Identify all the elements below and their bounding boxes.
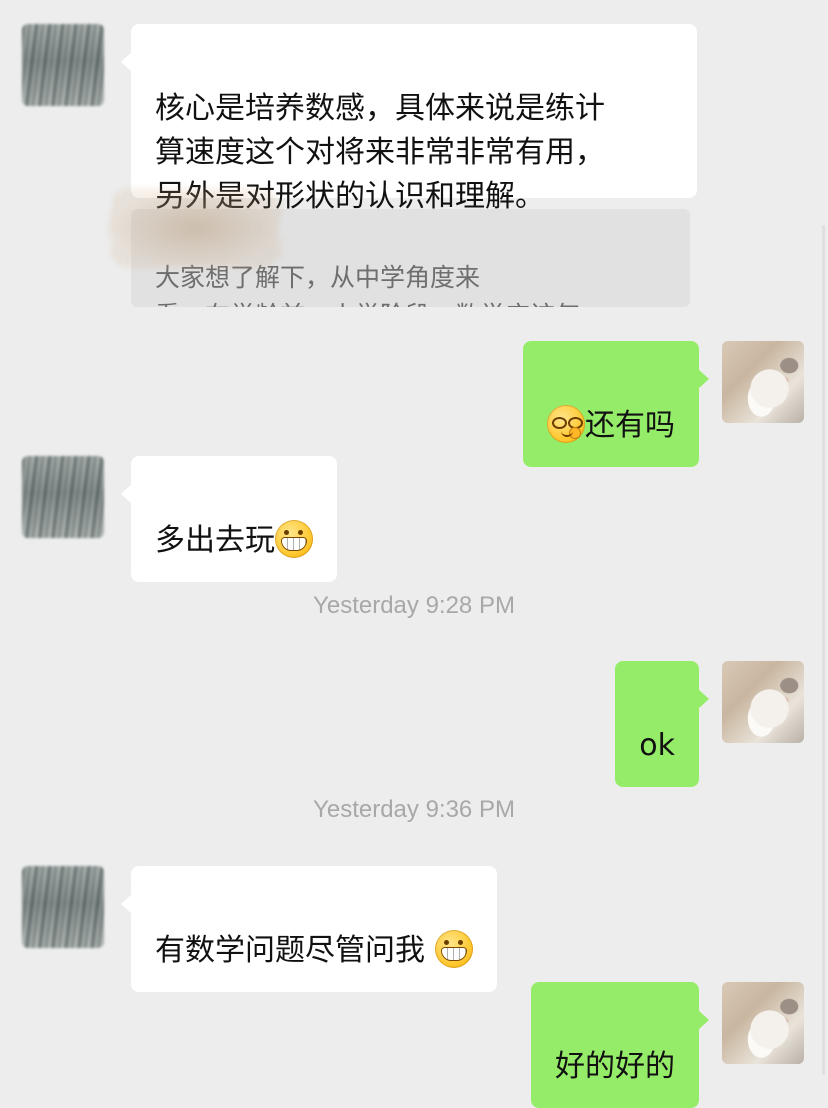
message-timestamp: Yesterday 9:28 PM [313, 592, 515, 619]
message-bubble-outgoing[interactable]: 还有吗 [523, 341, 709, 467]
my-avatar[interactable] [722, 982, 804, 1064]
scrollbar-track[interactable] [822, 225, 825, 1075]
message-text: 多出去玩 [155, 523, 275, 558]
message-bubble-outgoing[interactable]: 好的好的 [531, 982, 709, 1108]
contact-avatar[interactable] [22, 456, 104, 538]
quoted-author-blurred [110, 188, 280, 268]
my-avatar[interactable] [722, 661, 804, 743]
quoted-message-text: 大家想了解下，从中学角度来 看，在学龄前、小学阶段，数学应该怎... [155, 263, 604, 307]
message-timestamp: Yesterday 9:36 PM [313, 796, 515, 823]
message-bubble-outgoing[interactable]: ok [615, 661, 709, 787]
message-bubble-incoming[interactable]: 有数学问题尽管问我 [121, 866, 497, 992]
my-avatar[interactable] [722, 341, 804, 423]
smug-face-icon [547, 405, 585, 443]
contact-avatar[interactable] [22, 866, 104, 948]
message-bubble-incoming[interactable]: 多出去玩 [121, 456, 337, 582]
message-bubble-incoming[interactable]: 核心是培养数感，具体来说是练计 算速度这个对将来非常非常有用， 另外是对形状的认… [121, 24, 697, 214]
message-text: ok [639, 728, 675, 763]
message-text: 好的好的 [555, 1049, 675, 1084]
message-text: 有数学问题尽管问我 [155, 933, 435, 968]
grinning-face-icon [275, 520, 313, 558]
grinning-face-icon [434, 930, 473, 968]
message-text: 还有吗 [585, 408, 675, 443]
contact-avatar[interactable] [22, 24, 104, 106]
